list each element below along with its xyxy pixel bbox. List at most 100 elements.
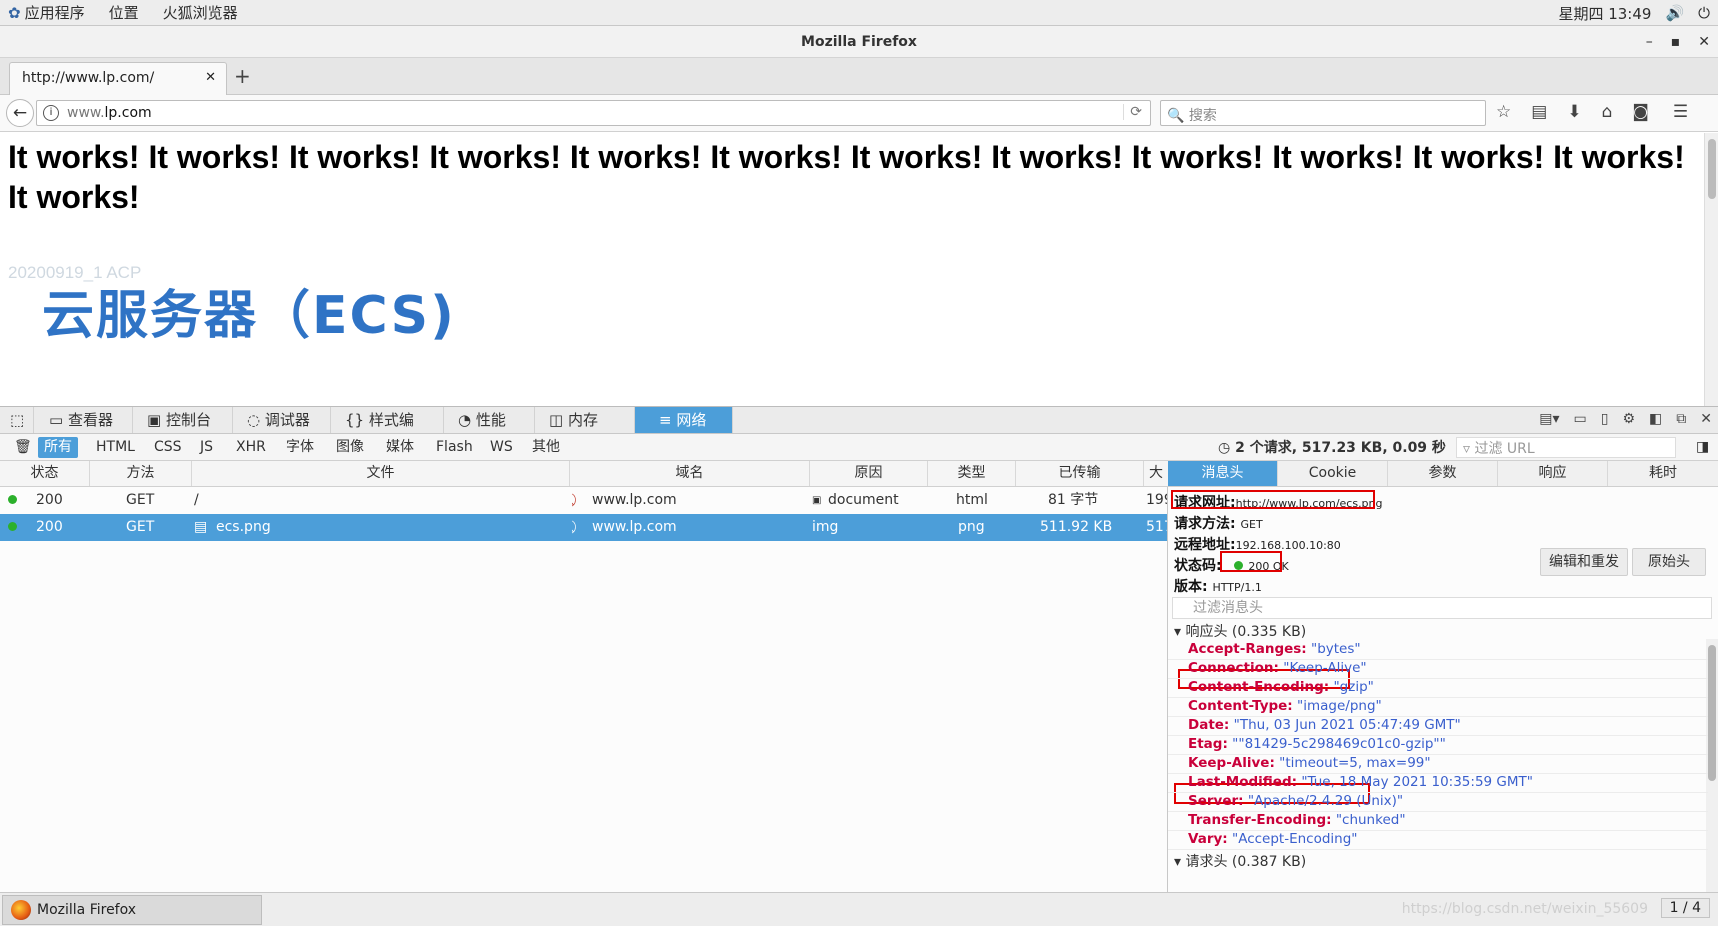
header-row[interactable]: Content-Type: "image/png" (1188, 698, 1382, 714)
maximize-icon[interactable]: ▪ (1671, 26, 1681, 58)
settings-gear-icon[interactable]: ⚙ (1622, 411, 1635, 427)
header-row[interactable]: Date: "Thu, 03 Jun 2021 05:47:49 GMT" (1188, 717, 1461, 733)
element-picker-icon[interactable]: ⬚ (0, 407, 34, 433)
tab-memory[interactable]: ◫ 内存 (535, 407, 635, 433)
detail-scrollbar-thumb[interactable] (1708, 645, 1716, 781)
response-headers-section[interactable]: ▾ 响应头 (0.335 KB) (1174, 621, 1306, 641)
clear-trash-icon[interactable]: 🗑 (8, 437, 38, 458)
places-menu[interactable]: 位置 (109, 2, 139, 23)
filter-fonts[interactable]: 字体 (280, 437, 320, 458)
reload-icon[interactable]: ⟳ (1123, 104, 1142, 120)
taskbar-firefox[interactable]: Mozilla Firefox (2, 895, 262, 925)
request-headers-section[interactable]: ▾ 请求头 (0.387 KB) (1174, 851, 1306, 871)
tab-timings[interactable]: 耗时 (1608, 461, 1718, 486)
request-table-header: 状态 方法 文件 域名 原因 类型 已传输 大 (0, 461, 1168, 487)
workspace-pager[interactable]: 1 / 4 (1660, 898, 1710, 918)
col-method[interactable]: 方法 (90, 461, 192, 486)
firefox-menu[interactable]: 火狐浏览器 (163, 2, 238, 23)
col-cause[interactable]: 原因 (810, 461, 928, 486)
tab-debugger[interactable]: ◌ 调试器 (233, 407, 331, 433)
home-icon[interactable]: ⌂ (1602, 102, 1613, 122)
close-tab-icon[interactable]: ✕ (205, 70, 216, 85)
filter-html[interactable]: HTML (90, 437, 141, 458)
scratchpad-icon[interactable]: ▭ (1574, 411, 1587, 427)
page-scrollbar[interactable] (1704, 133, 1718, 406)
filter-media[interactable]: 媒体 (380, 437, 420, 458)
devtools-toolbar: ⬚ ▭ 查看器 ▣ 控制台 ◌ 调试器 {} 样式编辑... ◔ 性能 ◫ 内存… (0, 407, 1718, 455)
page-scrollbar-thumb[interactable] (1708, 139, 1716, 199)
col-transferred[interactable]: 已传输 (1016, 461, 1144, 486)
downloads-icon[interactable]: ⬇ (1567, 102, 1581, 122)
header-row[interactable]: Server: "Apache/2.4.29 (Unix)" (1188, 793, 1403, 809)
tab-console[interactable]: ▣ 控制台 (133, 407, 233, 433)
filter-flash[interactable]: Flash (430, 437, 479, 458)
filter-ws[interactable]: WS (484, 437, 519, 458)
tab-params[interactable]: 参数 (1388, 461, 1498, 486)
header-row[interactable]: Connection: "Keep-Alive" (1188, 660, 1367, 676)
col-type[interactable]: 类型 (928, 461, 1016, 486)
search-input[interactable]: 🔍 搜索 (1160, 100, 1486, 126)
pocket-icon[interactable]: ◙ (1632, 102, 1649, 122)
close-devtools-icon[interactable]: ✕ (1700, 411, 1712, 427)
clock[interactable]: 星期四 13:49 (1558, 3, 1651, 24)
new-tab-icon[interactable]: + (234, 64, 251, 88)
undock-icon[interactable]: ⧉ (1676, 411, 1686, 427)
filter-all[interactable]: 所有 (38, 437, 78, 458)
applications-menu[interactable]: ✿ 应用程序 (8, 2, 85, 23)
tab-inspector[interactable]: ▭ 查看器 (35, 407, 133, 433)
header-row[interactable]: Etag: ""81429-5c298469c01c0-gzip"" (1188, 736, 1446, 752)
table-row[interactable]: 200 GET ▤ ecs.png ⃠ www.lp.com img png 5… (0, 514, 1167, 541)
volume-icon[interactable]: 🔊 (1665, 4, 1684, 22)
tab-style-editor[interactable]: {} 样式编辑... (331, 407, 444, 455)
close-window-icon[interactable]: ✕ (1698, 26, 1710, 58)
back-arrow-icon[interactable]: ← (6, 99, 34, 127)
filter-headers-input[interactable]: 过滤消息头 (1172, 597, 1712, 619)
dock-side-icon[interactable]: ◧ (1649, 411, 1662, 427)
header-value: "Accept-Encoding" (1231, 831, 1358, 847)
image-thumbnail-icon: ▤ (194, 519, 208, 535)
tab-headers[interactable]: 消息头 (1168, 461, 1278, 486)
url-bar[interactable]: i www.lp.com ⟳ (36, 100, 1151, 126)
header-row[interactable]: Keep-Alive: "timeout=5, max=99" (1188, 755, 1431, 771)
filter-other[interactable]: 其他 (526, 437, 566, 458)
filter-xhr[interactable]: XHR (230, 437, 272, 458)
filter-headers-placeholder: 过滤消息头 (1193, 600, 1263, 616)
bookmark-star-icon[interactable]: ☆ (1496, 102, 1511, 122)
col-size[interactable]: 大 (1144, 461, 1168, 486)
filter-css[interactable]: CSS (148, 437, 188, 458)
header-row[interactable]: Transfer-Encoding: "chunked" (1188, 812, 1406, 828)
header-key: Keep-Alive: (1188, 755, 1275, 771)
col-domain[interactable]: 域名 (570, 461, 810, 486)
filter-images[interactable]: 图像 (330, 437, 370, 458)
tab-response[interactable]: 响应 (1498, 461, 1608, 486)
raw-headers-button[interactable]: 原始头 (1632, 548, 1706, 576)
tab-network[interactable]: ≡ 网络 (635, 407, 733, 433)
responsive-design-icon[interactable]: ▯ (1601, 411, 1609, 427)
tab-performance[interactable]: ◔ 性能 (444, 407, 535, 433)
tab-cookies[interactable]: Cookie (1278, 461, 1388, 486)
network-summary[interactable]: ◷ 2 个请求, 517.23 KB, 0.09 秒 (1218, 437, 1446, 457)
header-value: "Keep-Alive" (1283, 660, 1367, 676)
table-row[interactable]: 200 GET / ⃠ www.lp.com ▣ document html 8… (0, 487, 1167, 514)
status-code-label: 状态码: (1174, 558, 1222, 574)
site-info-icon[interactable]: i (43, 105, 59, 121)
browser-tab[interactable]: http://www.lp.com/ ✕ (9, 62, 227, 95)
header-row[interactable]: Content-Encoding: "gzip" (1188, 679, 1374, 695)
filter-url-input[interactable]: ▿ 过滤 URL (1456, 437, 1676, 458)
col-file[interactable]: 文件 (192, 461, 570, 486)
row-size: 517 (1146, 519, 1167, 535)
minimize-icon[interactable]: – (1646, 26, 1653, 58)
header-row[interactable]: Vary: "Accept-Encoding" (1188, 831, 1358, 847)
reading-list-icon[interactable]: ▤ (1531, 102, 1547, 122)
hamburger-menu-icon[interactable]: ☰ (1673, 102, 1688, 122)
toggle-detail-icon[interactable]: ◨ (1690, 437, 1715, 458)
inspector-icon: ▭ (49, 411, 68, 429)
header-row[interactable]: Accept-Ranges: "bytes" (1188, 641, 1361, 657)
split-console-icon[interactable]: ▤▾ (1539, 411, 1559, 427)
col-status[interactable]: 状态 (0, 461, 90, 486)
edit-resend-button[interactable]: 编辑和重发 (1540, 548, 1628, 576)
filter-js[interactable]: JS (194, 437, 219, 458)
header-row[interactable]: Last-Modified: "Tue, 18 May 2021 10:35:5… (1188, 774, 1533, 790)
power-icon[interactable]: ⏻ (1698, 4, 1710, 22)
url-text: www.lp.com (67, 105, 152, 121)
